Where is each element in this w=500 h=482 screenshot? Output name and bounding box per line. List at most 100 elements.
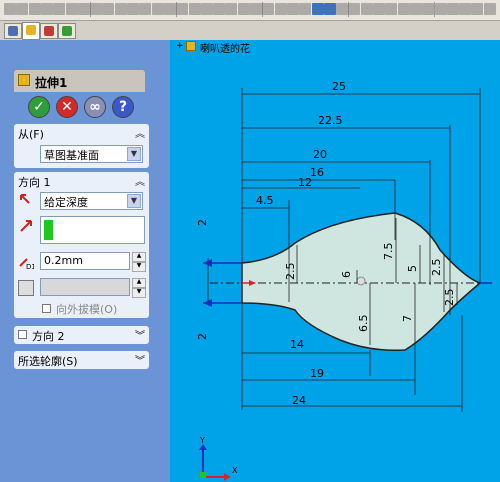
toolbar-button-icon[interactable] (483, 3, 496, 15)
cancel-button[interactable]: ✕ (56, 96, 78, 118)
toolbar-button-icon[interactable] (373, 3, 385, 15)
depth-icon: D1 (18, 254, 36, 271)
preview-button[interactable]: ∞ (84, 96, 106, 118)
property-manager-tab[interactable] (22, 22, 40, 40)
axis-triad: Y X (199, 436, 238, 481)
toolbar-button-icon[interactable] (459, 3, 472, 15)
toolbar-button-icon[interactable] (28, 3, 41, 15)
draft-outward-checkbox[interactable] (42, 304, 51, 313)
toolbar-button-icon[interactable] (53, 3, 66, 15)
draft-outward-label: 向外拔模(O) (56, 303, 118, 316)
graphics-area[interactable]: 25 22.5 20 16 12 4.5 2 2 2.5 6 7.5 5 2.5… (170, 40, 500, 482)
toolbar-button-icon[interactable] (434, 3, 447, 15)
reverse-direction-icon[interactable] (18, 192, 34, 208)
dim-12: 12 (298, 176, 312, 189)
close-icon: ✕ (61, 99, 73, 115)
dim-2-top: 2 (196, 219, 209, 226)
toolbar-button-icon[interactable] (16, 3, 29, 15)
toolbar-button-icon[interactable] (4, 3, 16, 15)
dim-14: 14 (290, 338, 304, 351)
appearance-tab[interactable] (58, 23, 76, 39)
toolbar-button-icon[interactable] (446, 3, 459, 15)
depth-input[interactable]: 0.2mm (40, 252, 130, 270)
chevron-down-icon: ︾ (135, 356, 145, 367)
draft-angle-spinner[interactable]: ▲ ▼ (132, 278, 146, 298)
toolbar-button-icon[interactable] (127, 3, 139, 15)
dim-2-5-upper: 2.5 (430, 259, 443, 277)
dim-6-5: 6.5 (357, 315, 370, 333)
top-toolbar (0, 0, 500, 21)
direction1-label: 方向 1 (18, 176, 51, 189)
direction-vector-field[interactable] (40, 216, 145, 244)
toolbar-button-icon[interactable] (409, 3, 422, 15)
ok-button[interactable]: ✓ (28, 96, 50, 118)
chevron-up-icon: ︽ (135, 129, 145, 140)
chevron-down-icon: ▼ (127, 147, 141, 161)
toolbar-button-icon[interactable] (176, 3, 189, 15)
toolbar-button-icon[interactable] (163, 3, 176, 15)
draft-angle-input[interactable] (40, 278, 130, 296)
toolbar-button-icon[interactable] (139, 3, 152, 15)
help-icon: ? (118, 99, 128, 115)
depth-value: 0.2mm (44, 254, 83, 267)
toolbar-button-icon[interactable] (102, 3, 115, 15)
sketch-drawing: 25 22.5 20 16 12 4.5 2 2 2.5 6 7.5 5 2.5… (196, 80, 492, 481)
feature-title: 拉伸1 (35, 76, 68, 90)
svg-text:D1: D1 (26, 263, 34, 270)
toolbar-button-icon[interactable] (471, 3, 484, 15)
extrude-icon (18, 74, 30, 86)
toolbar-button-icon[interactable] (213, 3, 226, 15)
from-group-header[interactable]: 从(F) ︽ (14, 124, 149, 141)
dim-4-5: 4.5 (256, 194, 274, 207)
dim-25: 25 (332, 80, 346, 93)
part-icon (186, 41, 196, 51)
direction1-group: 方向 1 ︽ 给定深度 ▼ D1 0.2mm ▲ ▼ ▲ ▼ 向外拔模(O) (14, 172, 149, 318)
toolbar-button-icon[interactable] (77, 3, 90, 15)
toolbar-button-icon[interactable] (225, 3, 238, 15)
toolbar-button-icon[interactable] (200, 3, 213, 15)
toolbar-button-icon[interactable] (360, 3, 373, 15)
expand-icon[interactable]: + (176, 41, 184, 51)
end-condition-select[interactable]: 给定深度 ▼ (40, 192, 143, 210)
direction1-group-header[interactable]: 方向 1 ︽ (14, 172, 149, 189)
selected-contours-group[interactable]: 所选轮廓(S) ︾ (14, 351, 149, 369)
direction-vector-icon (18, 218, 34, 234)
toolbar-button-icon[interactable] (65, 3, 78, 15)
direction2-group[interactable]: 方向 2 ︾ (14, 326, 149, 344)
toolbar-button-icon[interactable] (114, 3, 127, 15)
toolbar-button-icon[interactable] (274, 3, 287, 15)
toolbar-button-icon[interactable] (188, 3, 201, 15)
chevron-up-icon: ︽ (135, 177, 145, 188)
toolbar-button-icon[interactable] (286, 3, 299, 15)
manager-tabs (0, 21, 170, 41)
from-select[interactable]: 草图基准面 ▼ (40, 145, 143, 163)
toolbar-button-icon[interactable] (311, 3, 324, 15)
chevron-down-icon: ︾ (135, 331, 145, 342)
toolbar-button-icon[interactable] (90, 3, 103, 15)
toolbar-button-icon[interactable] (385, 3, 398, 15)
selected-contours-label: 所选轮廓(S) (18, 355, 78, 368)
toolbar-button-icon[interactable] (348, 3, 361, 15)
feature-manager-tab[interactable] (4, 23, 22, 39)
toolbar-button-icon[interactable] (336, 3, 349, 15)
draft-icon[interactable] (18, 280, 34, 296)
dim-2-5-left: 2.5 (284, 263, 297, 281)
triad-x-label: X (232, 466, 238, 475)
dim-6: 6 (340, 271, 353, 278)
depth-spinner[interactable]: ▲ ▼ (132, 252, 146, 272)
toolbar-button-icon[interactable] (299, 3, 312, 15)
toolbar-button-icon[interactable] (323, 3, 336, 15)
toolbar-button-icon[interactable] (262, 3, 275, 15)
toolbar-button-icon[interactable] (151, 3, 164, 15)
toolbar-button-icon[interactable] (237, 3, 250, 15)
toolbar-button-icon[interactable] (397, 3, 410, 15)
toolbar-button-icon[interactable] (250, 3, 262, 15)
direction2-checkbox[interactable] (18, 330, 27, 339)
chevron-down-icon: ▼ (127, 194, 141, 208)
toolbar-button-icon[interactable] (40, 3, 53, 15)
dim-20: 20 (313, 148, 327, 161)
direction2-label: 方向 2 (32, 330, 65, 343)
help-button[interactable]: ? (112, 96, 134, 118)
toolbar-button-icon[interactable] (422, 3, 435, 15)
configuration-tab[interactable] (40, 23, 58, 39)
